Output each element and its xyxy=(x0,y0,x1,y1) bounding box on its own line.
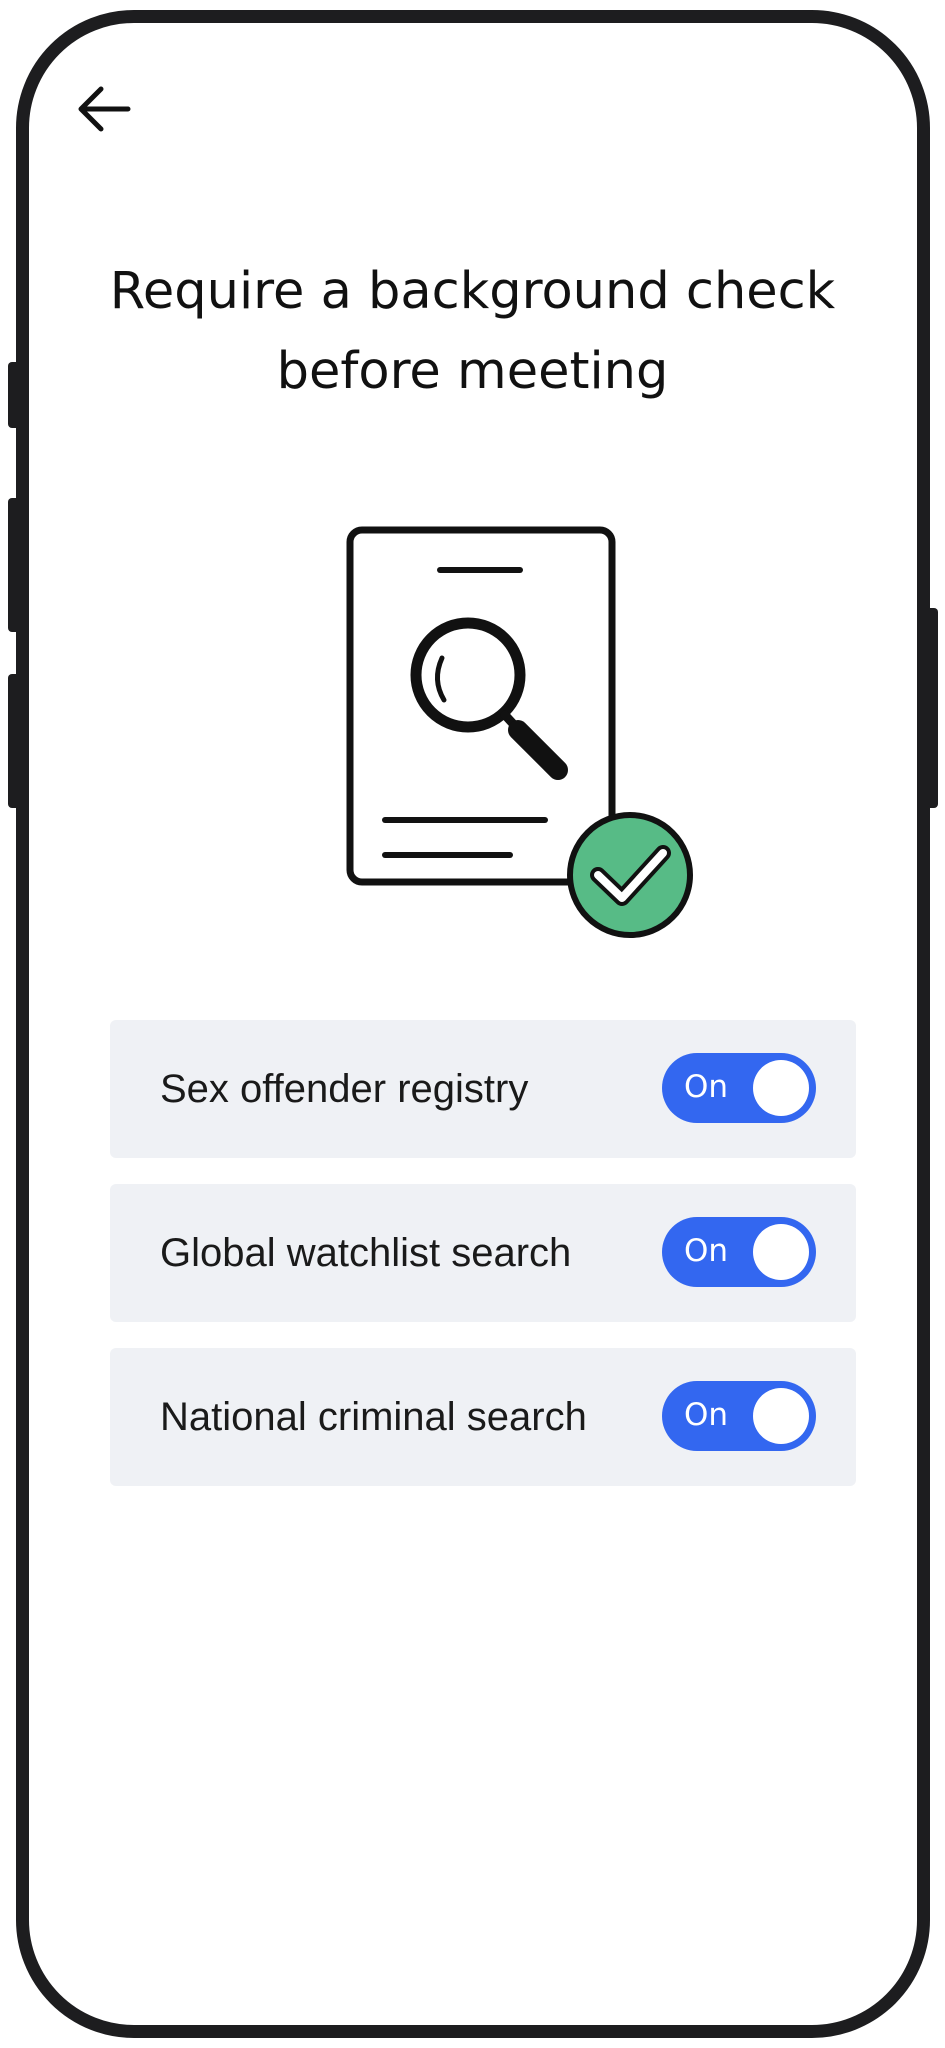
national-criminal-search-toggle[interactable]: On xyxy=(662,1381,816,1451)
global-watchlist-search-toggle[interactable]: On xyxy=(662,1217,816,1287)
sex-offender-registry-toggle[interactable]: On xyxy=(662,1053,816,1123)
back-button[interactable] xyxy=(68,78,140,140)
document-search-check-icon xyxy=(346,526,693,938)
option-row-national-criminal-search: National criminal search On xyxy=(110,1348,856,1486)
page: Require a background check before meetin… xyxy=(0,0,945,2048)
option-label: National criminal search xyxy=(160,1395,587,1439)
option-label: Global watchlist search xyxy=(160,1231,572,1275)
toggle-state-label: On xyxy=(684,1397,729,1433)
option-row-global-watchlist-search: Global watchlist search On xyxy=(110,1184,856,1322)
option-row-sex-offender-registry: Sex offender registry On xyxy=(110,1020,856,1158)
background-check-options: Sex offender registry On Global watchlis… xyxy=(110,1020,856,1486)
arrow-left-icon xyxy=(78,86,131,132)
page-title: Require a background check before meetin… xyxy=(109,262,836,401)
toggle-knob xyxy=(753,1224,809,1280)
toggle-state-label: On xyxy=(684,1069,729,1105)
toggle-knob xyxy=(753,1060,809,1116)
toggle-state-label: On xyxy=(684,1233,729,1269)
toggle-knob xyxy=(753,1388,809,1444)
option-label: Sex offender registry xyxy=(160,1067,529,1111)
